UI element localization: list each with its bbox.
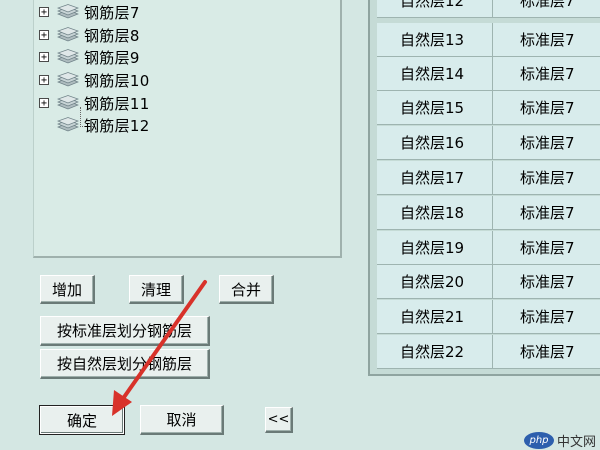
- confirm-button[interactable]: 确定: [39, 405, 125, 435]
- table-row[interactable]: 自然层13 标准层7: [377, 23, 600, 57]
- standard-layer-cell[interactable]: 标准层7: [493, 91, 600, 124]
- standard-layer-cell[interactable]: 标准层7: [493, 335, 600, 368]
- tree-item-rebar-layer-10[interactable]: + 钢筋层10: [39, 69, 150, 91]
- merge-button[interactable]: 合并: [219, 275, 274, 304]
- tree-item-rebar-layer-8[interactable]: + 钢筋层8: [39, 24, 140, 46]
- split-by-natural-layer-button[interactable]: 按自然层划分钢筋层: [40, 349, 210, 379]
- natural-layer-cell: 自然层16: [377, 126, 493, 159]
- site-watermark: php 中文网: [524, 430, 600, 450]
- expand-icon[interactable]: +: [39, 75, 49, 86]
- table-row[interactable]: 自然层18 标准层7: [377, 196, 600, 230]
- table-row[interactable]: 自然层21 标准层7: [377, 300, 600, 334]
- cancel-button[interactable]: 取消: [140, 405, 224, 435]
- standard-layer-cell[interactable]: 标准层7: [493, 265, 600, 298]
- table-row[interactable]: 自然层12 标准层7: [377, 0, 600, 18]
- expand-icon[interactable]: +: [39, 52, 49, 63]
- clear-button[interactable]: 清理: [129, 275, 184, 304]
- table-row[interactable]: 自然层16 标准层7: [377, 126, 600, 160]
- add-button[interactable]: 增加: [40, 275, 95, 304]
- tree-item-label: 钢筋层11: [84, 94, 150, 113]
- layer-stack-icon: [57, 49, 79, 64]
- standard-layer-cell[interactable]: 标准层7: [493, 196, 600, 229]
- table-row[interactable]: 自然层14 标准层7: [377, 57, 600, 91]
- collapse-button[interactable]: <<: [265, 407, 293, 433]
- expand-icon: [39, 120, 49, 130]
- tree-item-label: 钢筋层12: [84, 116, 150, 135]
- table-row[interactable]: 自然层20 标准层7: [377, 265, 600, 299]
- tree-item-rebar-layer-12[interactable]: 钢筋层12: [39, 114, 150, 136]
- tree-item-rebar-layer-7[interactable]: + 钢筋层7: [39, 1, 140, 23]
- table-row[interactable]: 自然层22 标准层7: [377, 335, 600, 369]
- natural-layer-cell: 自然层22: [377, 335, 493, 368]
- layer-stack-icon: [57, 95, 79, 110]
- layer-stack-icon: [57, 27, 79, 42]
- split-by-standard-layer-button[interactable]: 按标准层划分钢筋层: [40, 316, 210, 346]
- standard-layer-cell[interactable]: 标准层7: [493, 126, 600, 159]
- watermark-text: 中文网: [557, 434, 597, 450]
- tree-item-rebar-layer-9[interactable]: + 钢筋层9: [39, 46, 140, 68]
- layer-mapping-table[interactable]: 自然层12 标准层7 自然层13 标准层7 自然层14 标准层7 自然层15 标…: [368, 0, 600, 376]
- layer-stack-icon: [57, 72, 79, 87]
- standard-layer-cell[interactable]: 标准层7: [493, 161, 600, 194]
- tree-item-label: 钢筋层7: [84, 3, 140, 22]
- natural-layer-cell: 自然层15: [377, 91, 493, 124]
- layer-stack-icon: [57, 117, 79, 132]
- tree-item-rebar-layer-11[interactable]: + 钢筋层11: [39, 92, 150, 114]
- natural-layer-cell: 自然层19: [377, 231, 493, 264]
- natural-layer-cell: 自然层12: [377, 0, 493, 17]
- standard-layer-cell[interactable]: 标准层7: [493, 0, 600, 17]
- table-row[interactable]: 自然层17 标准层7: [377, 161, 600, 195]
- tree-item-label: 钢筋层9: [84, 48, 140, 67]
- natural-layer-cell: 自然层13: [377, 23, 493, 56]
- natural-layer-cell: 自然层21: [377, 300, 493, 333]
- standard-layer-cell[interactable]: 标准层7: [493, 23, 600, 56]
- php-logo-icon: php: [524, 431, 554, 449]
- layer-stack-icon: [57, 4, 79, 19]
- tree-item-label: 钢筋层8: [84, 26, 140, 45]
- natural-layer-cell: 自然层20: [377, 265, 493, 298]
- standard-layer-cell[interactable]: 标准层7: [493, 231, 600, 264]
- standard-layer-cell[interactable]: 标准层7: [493, 57, 600, 90]
- rebar-layer-tree[interactable]: + 钢筋层7 + 钢筋层8 + 钢筋层9 + 钢筋层10 + 钢筋层11 钢筋层…: [33, 0, 342, 258]
- table-row[interactable]: 自然层15 标准层7: [377, 91, 600, 125]
- standard-layer-cell[interactable]: 标准层7: [493, 300, 600, 333]
- natural-layer-cell: 自然层17: [377, 161, 493, 194]
- natural-layer-cell: 自然层18: [377, 196, 493, 229]
- expand-icon[interactable]: +: [39, 98, 49, 109]
- tree-item-label: 钢筋层10: [84, 71, 150, 90]
- table-row[interactable]: 自然层19 标准层7: [377, 231, 600, 265]
- expand-icon[interactable]: +: [39, 7, 49, 18]
- natural-layer-cell: 自然层14: [377, 57, 493, 90]
- expand-icon[interactable]: +: [39, 30, 49, 41]
